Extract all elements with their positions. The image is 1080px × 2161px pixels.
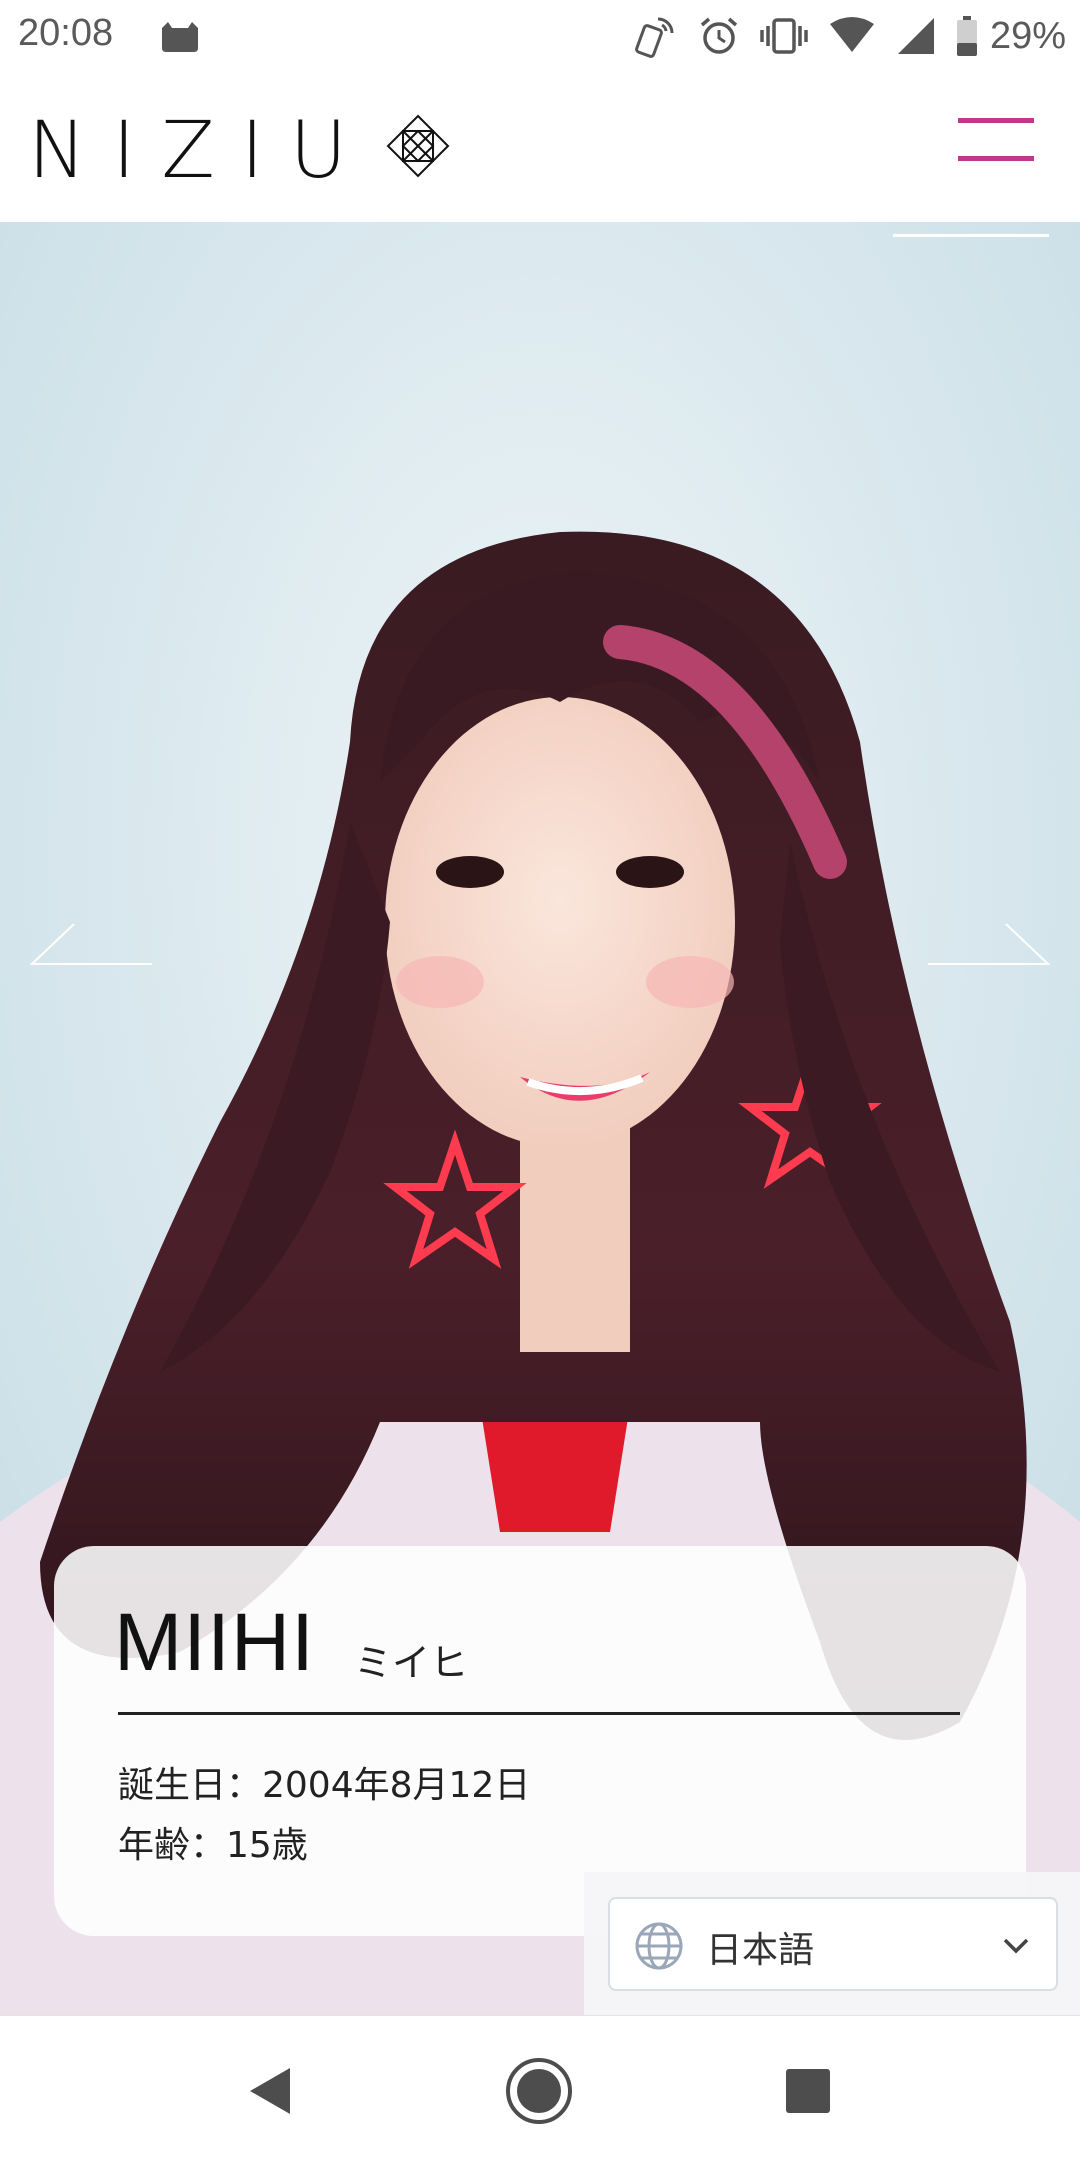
battery-icon <box>956 16 977 56</box>
menu-line <box>958 118 1034 123</box>
arrow-right-icon[interactable] <box>926 922 1050 966</box>
vibrate-icon <box>760 18 808 54</box>
signal-icon <box>897 18 934 54</box>
language-panel: 日本語 <box>584 1872 1080 2015</box>
battery-percentage: 29% <box>989 14 1066 57</box>
wifi-icon <box>829 17 874 52</box>
cat-notification-icon <box>162 22 198 52</box>
status-bar: 20:08 29% <box>0 0 1080 72</box>
menu-line <box>958 156 1034 161</box>
hamburger-menu-icon[interactable] <box>958 116 1036 166</box>
home-circle-icon[interactable] <box>504 2056 574 2126</box>
member-birthday: 誕生日：2004年8月12日 <box>118 1765 531 1806</box>
language-value: 日本語 <box>706 1930 815 1971</box>
status-icons: 29% <box>632 10 1066 62</box>
arrow-left-icon[interactable] <box>30 922 154 966</box>
profile-divider <box>118 1712 960 1715</box>
diamond-logo-icon[interactable] <box>386 114 450 178</box>
member-name: MIIHI <box>114 1597 315 1688</box>
member-age: 年齢：15歳 <box>118 1825 308 1866</box>
status-time: 20:08 <box>18 12 114 54</box>
site-logo[interactable]: NIZIU <box>28 112 373 190</box>
rotate-phone-icon <box>635 17 674 58</box>
member-kana: ミイヒ <box>354 1641 469 1685</box>
globe-icon <box>635 1922 683 1970</box>
slide-indicator <box>893 234 1049 237</box>
recents-square-icon[interactable] <box>772 2056 842 2126</box>
site-header: NIZIU <box>0 72 1080 222</box>
back-triangle-icon[interactable] <box>238 2056 308 2126</box>
android-nav-bar <box>0 2015 1080 2161</box>
alarm-icon <box>700 17 738 54</box>
chevron-down-icon <box>1003 1938 1029 1954</box>
language-select[interactable]: 日本語 <box>608 1897 1058 1991</box>
